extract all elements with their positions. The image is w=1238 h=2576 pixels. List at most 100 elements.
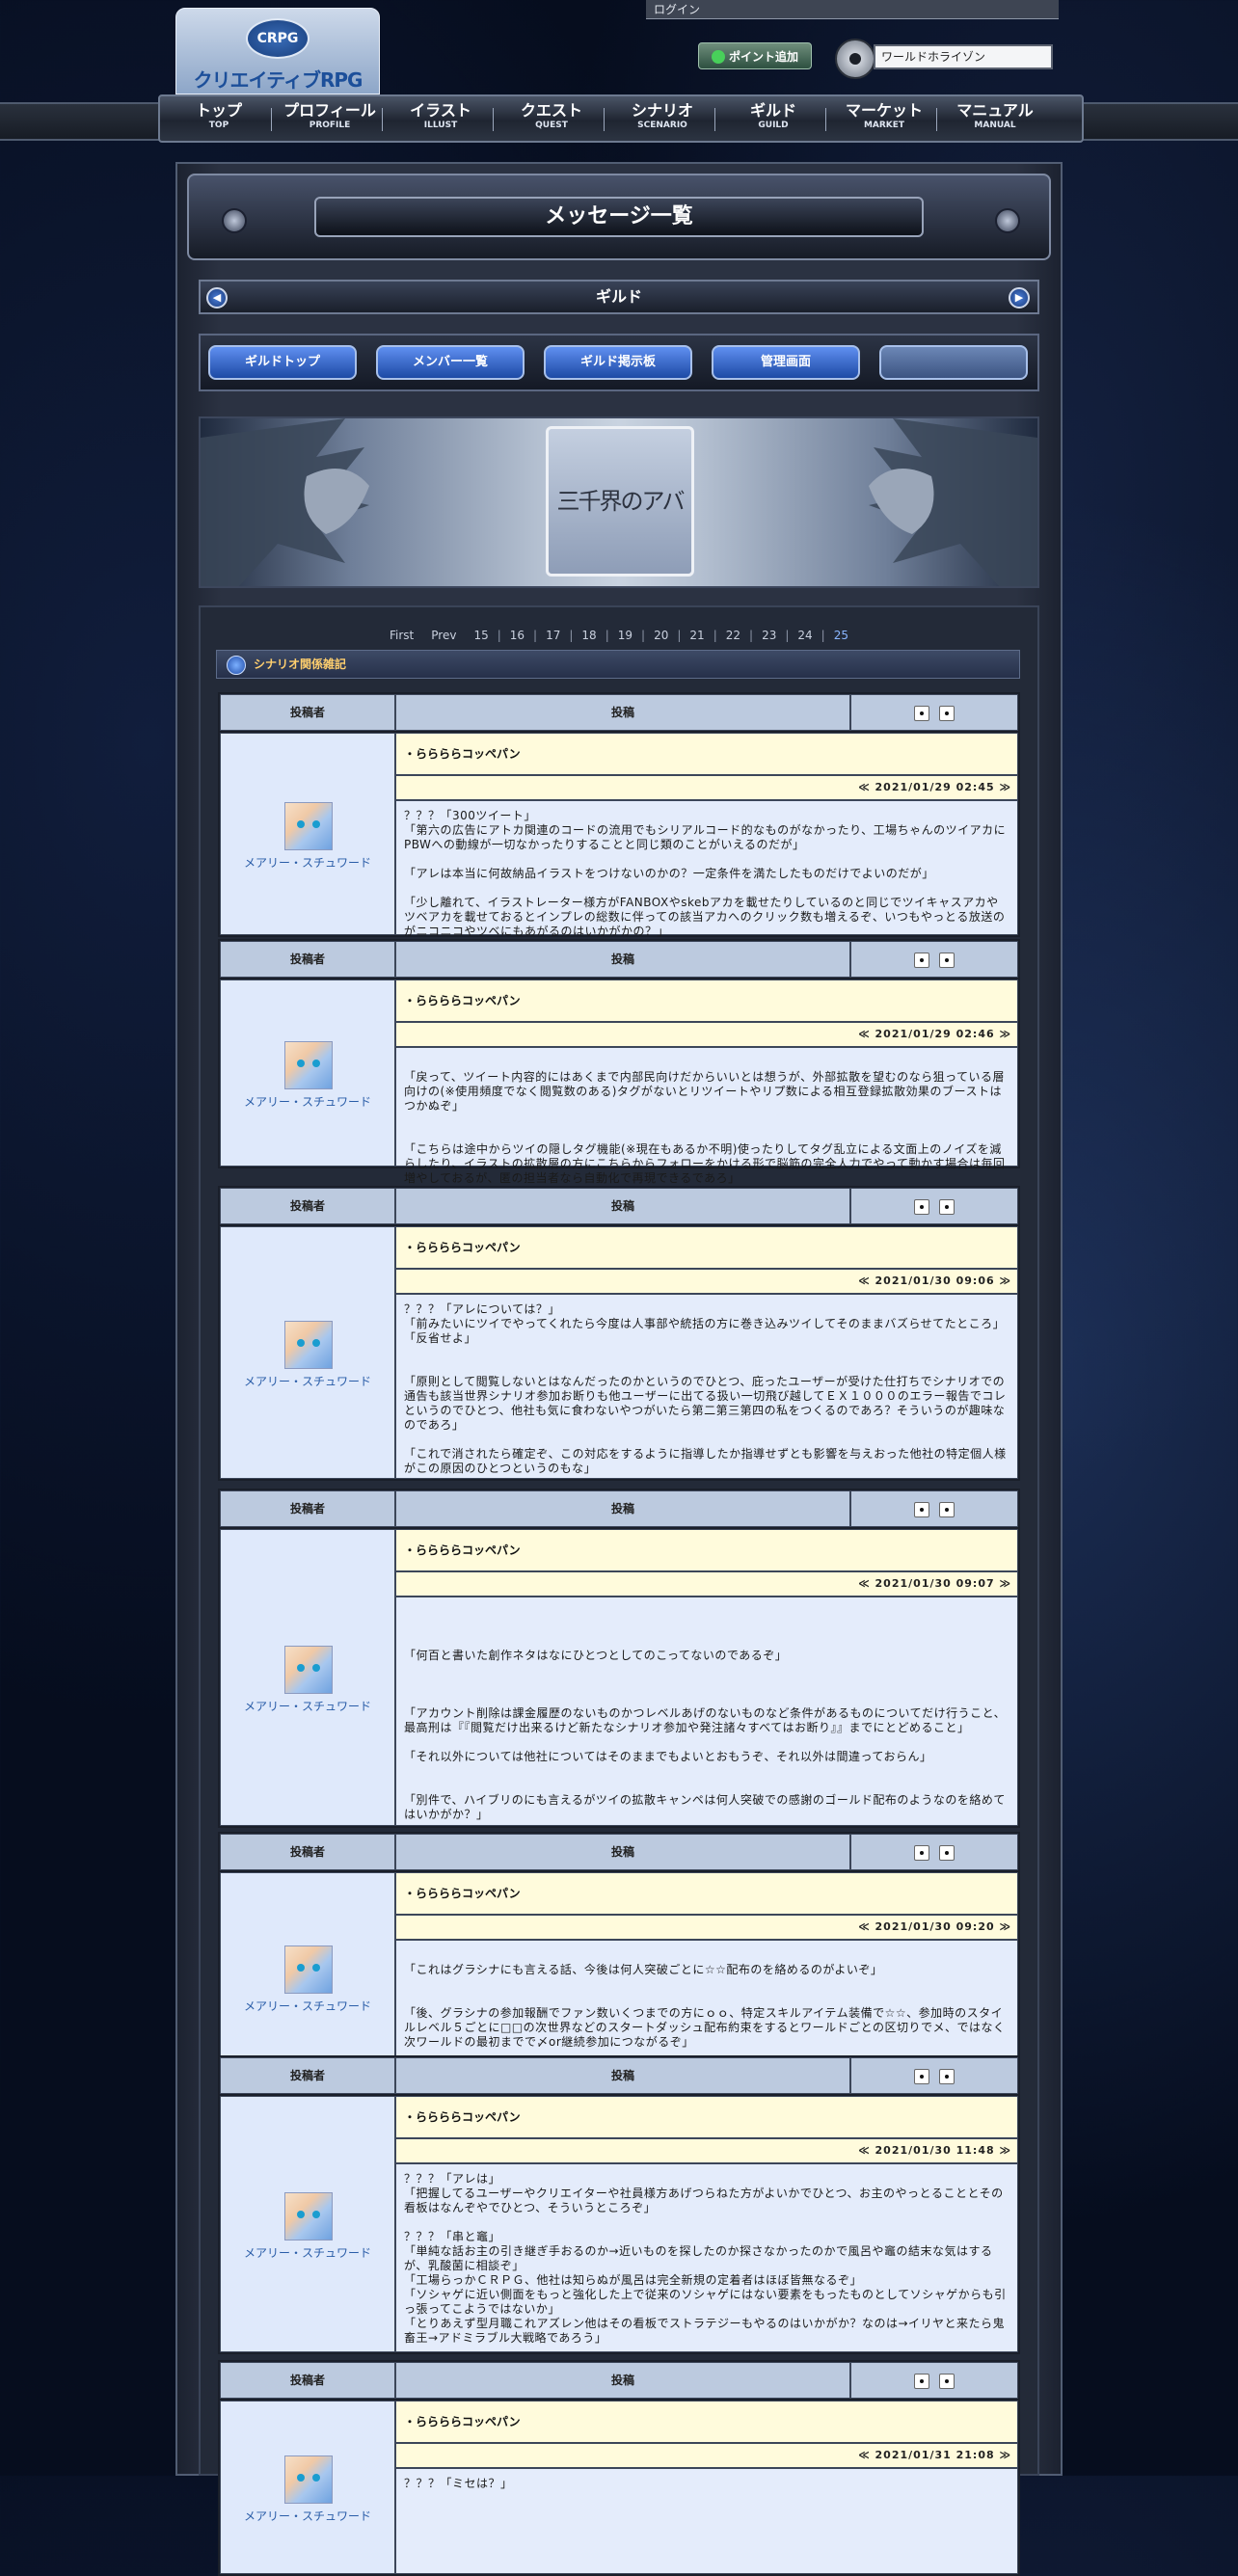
pager-page-link[interactable]: 18 <box>581 629 596 642</box>
pager-separator: | <box>569 629 574 642</box>
nav-sublabel: MANUAL <box>974 121 1016 130</box>
pager-page-link[interactable]: 23 <box>762 629 776 642</box>
post-column-header: 投稿 <box>395 1834 850 1870</box>
guild-banner: 三千界のアバター <box>199 416 1039 588</box>
add-points-button[interactable]: ポイント追加 <box>698 42 812 69</box>
world-select[interactable]: ワールドホライゾン <box>874 44 1053 69</box>
add-points-label: ポイント追加 <box>728 50 798 64</box>
tab-guild-top[interactable]: ギルドトップ <box>208 345 357 380</box>
author-column-header: 投稿者 <box>220 1834 395 1870</box>
pager-prev-link[interactable]: Prev <box>431 629 456 642</box>
author-name-link[interactable]: メアリー・スチュワード <box>221 1093 394 1110</box>
pager-page-link[interactable]: 22 <box>726 629 740 642</box>
post-subject: ・ららららコッペパン <box>395 2096 1018 2138</box>
author-cell: メアリー・スチュワード <box>220 2096 395 2352</box>
post-column-header: 投稿 <box>395 1188 850 1224</box>
dice-icon <box>939 2373 955 2389</box>
nav-item-quest[interactable]: クエスト QUEST <box>497 102 606 131</box>
left-arrow-icon[interactable]: ◀ <box>206 287 228 309</box>
post-body: ？？？「300ツイート」 「第六の広告にアトカ関連のコードの流用でもシリアルコー… <box>395 800 1018 938</box>
nav-item-scenario[interactable]: シナリオ SCENARIO <box>607 102 717 131</box>
avatar[interactable] <box>284 2455 333 2504</box>
author-name-link[interactable]: メアリー・スチュワード <box>221 854 394 871</box>
post-header: 投稿者 投稿 <box>220 2362 1018 2401</box>
author-name-link[interactable]: メアリー・スチュワード <box>221 2244 394 2261</box>
nav-item-guild[interactable]: ギルド GUILD <box>718 102 828 131</box>
pager-page-link[interactable]: 21 <box>689 629 704 642</box>
author-name-link[interactable]: メアリー・スチュワード <box>221 1698 394 1714</box>
post: 投稿者 投稿 メアリー・スチュワード ・ららららコッペパン ≪ 2021/01/30 0… <box>218 1186 1020 1481</box>
pagination: First Prev 15 | 16 | 17 | 18 | 19 | 20 | 21 | 22 | 23 | 24 | 2… <box>201 629 1037 642</box>
post-date: ≪ 2021/01/29 02:46 ≫ <box>395 1022 1018 1047</box>
author-name-link[interactable]: メアリー・スチュワード <box>221 2508 394 2524</box>
nav-sublabel: PROFILE <box>309 121 351 130</box>
pager-page-link[interactable]: 25 <box>834 629 848 642</box>
pager-page-link[interactable]: 24 <box>797 629 812 642</box>
dice-icon <box>939 1844 955 1861</box>
tab-admin[interactable]: 管理画面 <box>712 345 860 380</box>
post-body: ？？？「アレについては？」 「前みたいにツイでやってくれたら今度は人事部や統括の… <box>395 1294 1018 1479</box>
pager-page-link[interactable]: 15 <box>473 629 488 642</box>
post-header: 投稿者 投稿 <box>220 2057 1018 2096</box>
nav-label: クエスト <box>520 101 582 120</box>
dice-icon <box>939 1198 955 1215</box>
pager-page-link[interactable]: 16 <box>510 629 525 642</box>
dice-cell <box>850 2057 1018 2094</box>
dice-cell <box>850 694 1018 731</box>
post-subject: ・ららららコッペパン <box>395 733 1018 775</box>
dice-icon <box>914 1844 929 1861</box>
login-link[interactable]: ログイン <box>646 0 1059 19</box>
tab-guild-board[interactable]: ギルド掲示板 <box>544 345 692 380</box>
pager-separator: | <box>641 629 646 642</box>
nav-label: ギルド <box>749 101 796 120</box>
pager-page-link[interactable]: 17 <box>546 629 560 642</box>
pager-page-link[interactable]: 20 <box>654 629 668 642</box>
post-column-header: 投稿 <box>395 694 850 731</box>
post-subject: ・ららららコッペパン <box>395 979 1018 1022</box>
avatar[interactable] <box>284 1041 333 1089</box>
main-panel: メッセージ一覧 ◀ ギルド ▶ ギルドトップ メンバー一覧 ギルド掲示板 管理画… <box>175 162 1063 2576</box>
dice-icon <box>914 2373 929 2389</box>
dice-icon <box>939 952 955 968</box>
post-column-header: 投稿 <box>395 2362 850 2399</box>
pager-separator: | <box>605 629 609 642</box>
tab-empty[interactable] <box>879 345 1028 380</box>
tab-member-list[interactable]: メンバー一覧 <box>376 345 525 380</box>
avatar[interactable] <box>284 1646 333 1694</box>
pager-separator: | <box>713 629 717 642</box>
title-right-ornament-icon <box>995 208 1020 233</box>
author-cell: メアリー・スチュワード <box>220 733 395 935</box>
pager-first-link[interactable]: First <box>390 629 414 642</box>
pager-page-link[interactable]: 19 <box>618 629 632 642</box>
nav-separator <box>493 108 494 131</box>
post-date: ≪ 2021/01/30 09:20 ≫ <box>395 1915 1018 1940</box>
post-date: ≪ 2021/01/30 09:06 ≫ <box>395 1269 1018 1294</box>
nav-label: トップ <box>195 101 242 120</box>
avatar[interactable] <box>284 802 333 850</box>
nav-sublabel: ILLUST <box>423 121 458 130</box>
dragon-right-image <box>869 418 1037 586</box>
avatar[interactable] <box>284 1321 333 1369</box>
nav-item-market[interactable]: マーケット MARKET <box>829 102 939 131</box>
dice-icon <box>914 1198 929 1215</box>
nav-item-manual[interactable]: マニュアル MANUAL <box>940 102 1050 131</box>
author-column-header: 投稿者 <box>220 2057 395 2094</box>
title-frame: メッセージ一覧 <box>187 174 1051 260</box>
author-cell: メアリー・スチュワード <box>220 979 395 1167</box>
nav-item-profile[interactable]: プロフィール PROFILE <box>275 102 385 131</box>
avatar[interactable] <box>284 1945 333 1994</box>
site-logo[interactable]: CRPG クリエイティブRPG <box>175 8 380 94</box>
post: 投稿者 投稿 メアリー・スチュワード ・ららららコッペパン ≪ 2021/01/29 0… <box>218 692 1020 938</box>
world-selector: ワールドホライゾン <box>835 39 1055 79</box>
nav-item-illust[interactable]: イラスト ILLUST <box>386 102 496 131</box>
category-icon <box>227 656 246 675</box>
nav-sublabel: GUILD <box>758 121 789 130</box>
nav-label: シナリオ <box>631 101 693 120</box>
author-name-link[interactable]: メアリー・スチュワード <box>221 1998 394 2014</box>
avatar[interactable] <box>284 2192 333 2241</box>
author-name-link[interactable]: メアリー・スチュワード <box>221 1373 394 1389</box>
post-subject: ・ららららコッペパン <box>395 2401 1018 2443</box>
dragon-left-image <box>201 418 369 586</box>
right-arrow-icon[interactable]: ▶ <box>1009 287 1030 309</box>
nav-item-top[interactable]: トップ TOP <box>164 102 274 131</box>
